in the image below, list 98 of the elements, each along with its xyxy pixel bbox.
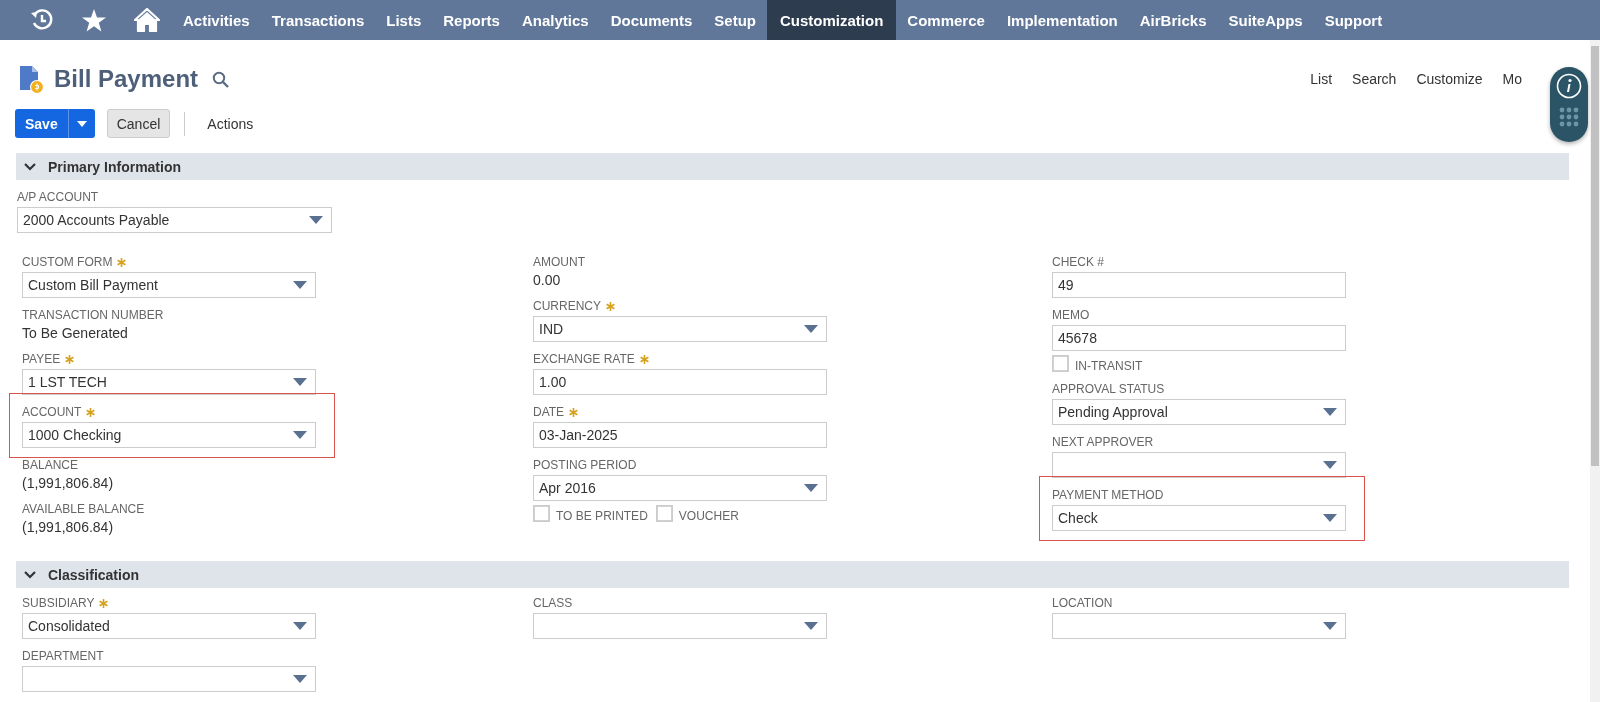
select-field[interactable]: Pending Approval: [1052, 399, 1346, 425]
save-menu-button[interactable]: [68, 109, 95, 138]
nav-tab[interactable]: Setup: [703, 0, 767, 40]
field-label: PAYEE: [22, 352, 61, 366]
caret-icon: [76, 120, 87, 127]
select-field[interactable]: Consolidated: [22, 613, 316, 639]
home-icon[interactable]: [134, 8, 160, 32]
select-field[interactable]: 1000 Checking: [22, 422, 316, 448]
caret-icon: [293, 281, 307, 289]
select-field[interactable]: [22, 666, 316, 692]
caret-icon: [1323, 461, 1337, 469]
help-widget[interactable]: [1550, 67, 1588, 142]
field-label: DEPARTMENT: [22, 649, 104, 663]
header-link[interactable]: Mo: [1502, 71, 1522, 87]
nav-tab[interactable]: Transactions: [260, 0, 376, 40]
chevron-icon[interactable]: [24, 162, 36, 171]
caret-icon: [293, 431, 307, 439]
caret-icon: [293, 378, 307, 386]
field-label: AMOUNT: [533, 255, 585, 269]
section-header[interactable]: Classification: [16, 561, 1569, 588]
grid-icon[interactable]: [1559, 107, 1579, 127]
field-value: 0.00: [533, 272, 562, 289]
field-label: CUSTOM FORM: [22, 255, 113, 269]
select-field[interactable]: 2000 Accounts Payable: [17, 207, 332, 233]
checkbox-label: TO BE PRINTED: [556, 510, 648, 522]
caret-icon: [293, 675, 307, 683]
nav-tab[interactable]: Customization: [767, 0, 897, 40]
caret-icon: [804, 622, 818, 630]
checkbox[interactable]: [1052, 355, 1069, 372]
nav-tab[interactable]: SuiteApps: [1217, 0, 1314, 40]
field-label: CHECK #: [1052, 255, 1104, 269]
info-icon[interactable]: [1556, 73, 1582, 99]
nav-tab[interactable]: Activities: [172, 0, 261, 40]
field-label: DATE: [533, 405, 565, 419]
field-label: PAYMENT METHOD: [1052, 488, 1164, 502]
nav-tab[interactable]: Documents: [599, 0, 704, 40]
star-icon[interactable]: [82, 8, 106, 32]
select-field[interactable]: Check: [1052, 505, 1346, 531]
input-field[interactable]: 45678: [1052, 325, 1346, 351]
nav-tab[interactable]: Reports: [432, 0, 511, 40]
field-label: TRANSACTION NUMBER: [22, 308, 164, 322]
select-field[interactable]: [1052, 452, 1346, 478]
select-field[interactable]: 1 LST TECH: [22, 369, 316, 395]
header-link[interactable]: List: [1310, 71, 1333, 87]
checkbox[interactable]: [533, 505, 550, 522]
input-field[interactable]: 03-Jan-2025: [533, 422, 827, 448]
field-value: (1,991,806.84): [22, 519, 115, 536]
scrollbar-thumb[interactable]: [1591, 46, 1599, 466]
section-header[interactable]: Primary Information: [16, 153, 1569, 180]
nav-tab[interactable]: AirBricks: [1128, 0, 1218, 40]
field-value: (1,991,806.84): [22, 475, 115, 492]
select-field[interactable]: [533, 613, 827, 639]
nav-tab[interactable]: Commerce: [896, 0, 996, 40]
select-field[interactable]: Custom Bill Payment: [22, 272, 316, 298]
nav-tab[interactable]: Support: [1313, 0, 1394, 40]
caret-icon: [1323, 408, 1337, 416]
search-icon[interactable]: [212, 70, 230, 88]
header-link[interactable]: Search: [1352, 71, 1397, 87]
save-button[interactable]: Save: [15, 109, 69, 138]
caret-icon: [804, 325, 818, 333]
select-field[interactable]: Apr 2016: [533, 475, 827, 501]
field-label: APPROVAL STATUS: [1052, 382, 1165, 396]
checkbox[interactable]: [655, 505, 673, 522]
field-label: BALANCE: [22, 458, 79, 472]
caret-icon: [309, 216, 323, 224]
caret-icon: [804, 484, 818, 492]
field-label: NEXT APPROVER: [1052, 435, 1154, 449]
nav-tab[interactable]: Implementation: [995, 0, 1129, 40]
nav-tab[interactable]: Analytics: [510, 0, 600, 40]
bill-document-icon: [18, 64, 44, 94]
field-label: CLASS: [533, 596, 573, 610]
field-label: EXCHANGE RATE: [533, 352, 635, 366]
input-field[interactable]: 1.00: [533, 369, 827, 395]
caret-icon: [1323, 514, 1337, 522]
field-label: ACCOUNT: [22, 405, 82, 419]
checkbox-label: VOUCHER: [678, 510, 739, 522]
field-label: A/P ACCOUNT: [17, 190, 99, 204]
input-field[interactable]: 49: [1052, 272, 1346, 298]
field-label: SUBSIDIARY: [22, 596, 95, 610]
field-value: To Be Generated: [22, 325, 129, 342]
caret-icon: [1323, 622, 1337, 630]
caret-icon: [293, 622, 307, 630]
field-label: LOCATION: [1052, 596, 1113, 610]
header-link[interactable]: Customize: [1416, 71, 1483, 87]
page-title: Bill Payment: [54, 65, 199, 93]
cancel-button[interactable]: Cancel: [106, 109, 171, 138]
nav-tab[interactable]: Lists: [375, 0, 433, 40]
scrollbar[interactable]: [1590, 40, 1600, 702]
select-field[interactable]: IND: [533, 316, 827, 342]
select-field[interactable]: [1052, 613, 1346, 639]
field-label: CURRENCY: [533, 299, 601, 313]
field-label: MEMO: [1052, 308, 1090, 322]
checkbox-label: IN-TRANSIT: [1075, 360, 1143, 372]
recent-icon[interactable]: [30, 8, 54, 32]
chevron-icon[interactable]: [24, 570, 36, 579]
actions-menu[interactable]: Actions: [207, 115, 254, 132]
field-label: AVAILABLE BALANCE: [22, 502, 145, 516]
field-label: POSTING PERIOD: [533, 458, 637, 472]
